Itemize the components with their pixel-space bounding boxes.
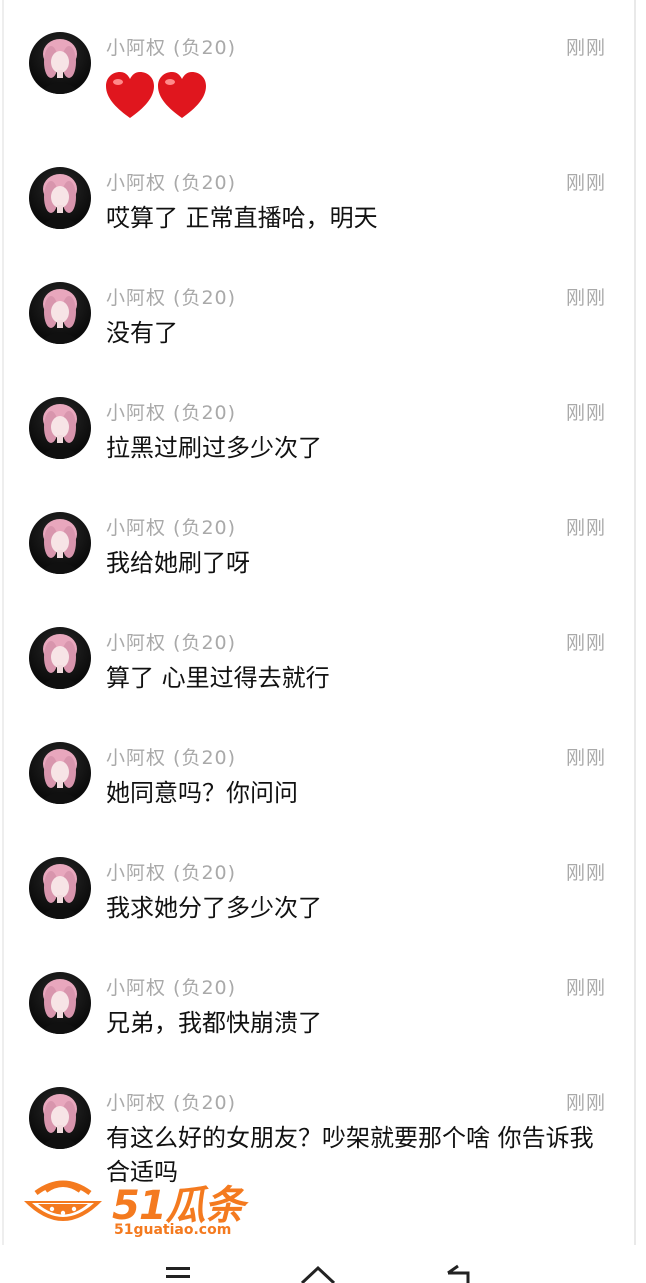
avatar[interactable] xyxy=(29,1087,91,1149)
chat-message: 小阿权 (负20) 刚刚 算了 心里过得去就行 xyxy=(0,595,646,710)
message-text: 算了 心里过得去就行 xyxy=(106,664,330,692)
chat-message: 小阿权 (负20) 刚刚 xyxy=(0,0,646,135)
avatar[interactable] xyxy=(29,167,91,229)
avatar[interactable] xyxy=(29,857,91,919)
message-time: 刚刚 xyxy=(565,37,606,59)
avatar[interactable] xyxy=(29,742,91,804)
message-text: 我求她分了多少次了 xyxy=(106,894,322,922)
message-text: 我给她刷了呀 xyxy=(106,549,250,577)
avatar[interactable] xyxy=(29,627,91,689)
sender-name: 小阿权 (负20) xyxy=(106,37,237,59)
watermark: 51瓜条 51guatiao.com xyxy=(22,1165,252,1245)
avatar-portrait-icon xyxy=(39,634,81,689)
message-time: 刚刚 xyxy=(565,517,606,539)
home-icon xyxy=(300,1265,336,1283)
avatar-portrait-icon xyxy=(39,39,81,94)
message-text: 拉黑过刷过多少次了 xyxy=(106,434,322,462)
message-time: 刚刚 xyxy=(565,1092,606,1114)
sender-name: 小阿权 (负20) xyxy=(106,172,237,194)
chat-message: 小阿权 (负20) 刚刚 我给她刷了呀 xyxy=(0,480,646,595)
system-nav-bar xyxy=(0,1245,646,1283)
avatar[interactable] xyxy=(29,282,91,344)
message-text: 兄弟，我都快崩溃了 xyxy=(106,1009,322,1037)
avatar[interactable] xyxy=(29,972,91,1034)
back-button[interactable] xyxy=(440,1263,480,1283)
avatar[interactable] xyxy=(29,32,91,94)
chat-message: 小阿权 (负20) 刚刚 拉黑过刷过多少次了 xyxy=(0,365,646,480)
sender-name: 小阿权 (负20) xyxy=(106,1092,237,1114)
avatar-portrait-icon xyxy=(39,979,81,1034)
sender-name: 小阿权 (负20) xyxy=(106,402,237,424)
message-time: 刚刚 xyxy=(565,862,606,884)
red-hearts-emoji-icon xyxy=(106,72,206,118)
message-text: 她同意吗？你问问 xyxy=(106,779,298,807)
message-time: 刚刚 xyxy=(565,632,606,654)
watermark-url: 51guatiao.com xyxy=(114,1222,232,1238)
avatar[interactable] xyxy=(29,397,91,459)
sender-name: 小阿权 (负20) xyxy=(106,977,237,999)
chat-message: 小阿权 (负20) 刚刚 兄弟，我都快崩溃了 xyxy=(0,940,646,1055)
avatar-portrait-icon xyxy=(39,864,81,919)
avatar-portrait-icon xyxy=(39,289,81,344)
message-list[interactable]: 小阿权 (负20) 刚刚 小阿权 (负20) 刚刚 哎算了 正常直播哈，明天 小… xyxy=(0,0,646,1245)
message-time: 刚刚 xyxy=(565,747,606,769)
message-time: 刚刚 xyxy=(565,402,606,424)
menu-icon xyxy=(166,1267,190,1278)
avatar-portrait-icon xyxy=(39,404,81,459)
avatar-portrait-icon xyxy=(39,174,81,229)
back-icon xyxy=(447,1264,470,1283)
message-text: 没有了 xyxy=(106,319,178,347)
message-time: 刚刚 xyxy=(565,172,606,194)
message-text: 哎算了 正常直播哈，明天 xyxy=(106,204,378,232)
sender-name: 小阿权 (负20) xyxy=(106,632,237,654)
chat-message: 小阿权 (负20) 刚刚 我求她分了多少次了 xyxy=(0,825,646,940)
menu-button[interactable] xyxy=(160,1263,200,1283)
sender-name: 小阿权 (负20) xyxy=(106,517,237,539)
avatar-portrait-icon xyxy=(39,1094,81,1149)
watermelon-logo-icon xyxy=(24,1180,102,1221)
avatar-portrait-icon xyxy=(39,519,81,574)
avatar[interactable] xyxy=(29,512,91,574)
chat-message: 小阿权 (负20) 刚刚 有这么好的女朋友？吵架就要那个啥 你告诉我合适吗 xyxy=(0,1055,646,1186)
chat-message: 小阿权 (负20) 刚刚 没有了 xyxy=(0,250,646,365)
sender-name: 小阿权 (负20) xyxy=(106,862,237,884)
sender-name: 小阿权 (负20) xyxy=(106,747,237,769)
sender-name: 小阿权 (负20) xyxy=(106,287,237,309)
home-button[interactable] xyxy=(300,1263,340,1283)
chat-message: 小阿权 (负20) 刚刚 她同意吗？你问问 xyxy=(0,710,646,825)
avatar-portrait-icon xyxy=(39,749,81,804)
chat-message: 小阿权 (负20) 刚刚 哎算了 正常直播哈，明天 xyxy=(0,135,646,250)
message-time: 刚刚 xyxy=(565,287,606,309)
message-time: 刚刚 xyxy=(565,977,606,999)
